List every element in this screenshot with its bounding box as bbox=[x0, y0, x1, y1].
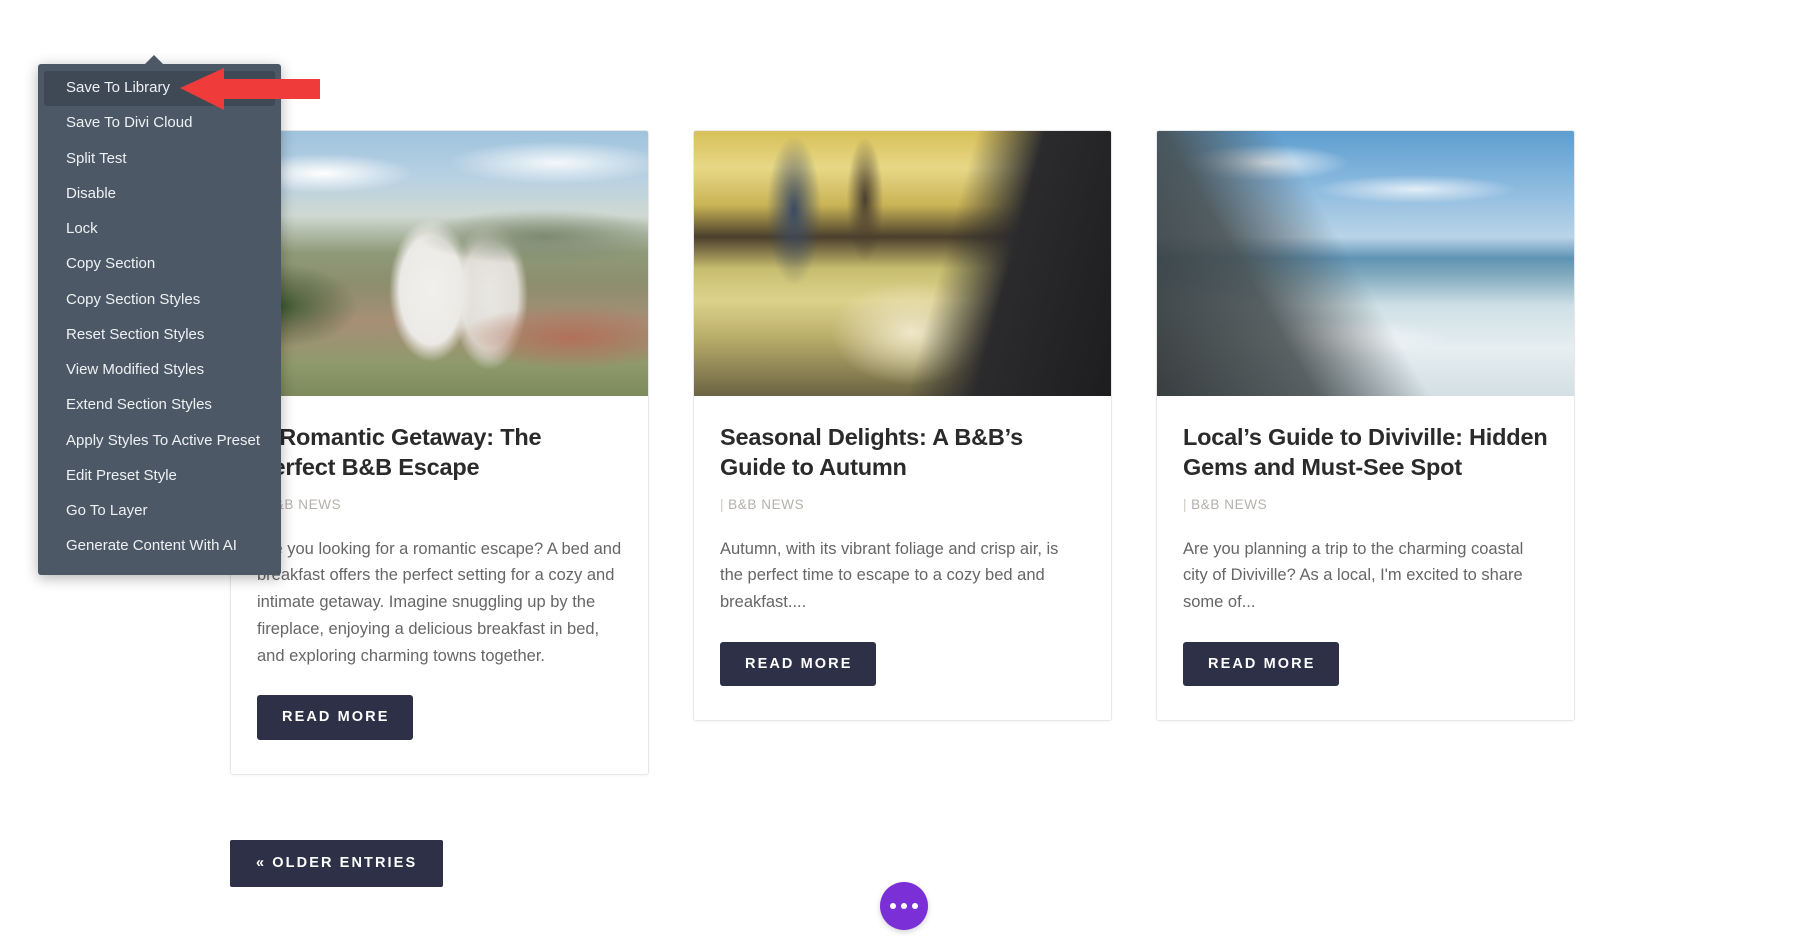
blog-card[interactable]: Seasonal Delights: A B&B’s Guide to Autu… bbox=[693, 130, 1112, 722]
blog-card-title[interactable]: A Romantic Getaway: The Perfect B&B Esca… bbox=[257, 422, 622, 483]
divi-section-context-menu[interactable]: Save To Library Save To Divi Cloud Split… bbox=[38, 55, 281, 575]
menu-item-lock[interactable]: Lock bbox=[44, 212, 275, 247]
blog-grid: A Romantic Getaway: The Perfect B&B Esca… bbox=[230, 130, 1575, 775]
three-dots-icon bbox=[912, 903, 918, 909]
blog-card-meta: |B&B NEWS bbox=[1183, 497, 1548, 512]
menu-item-go-to-layer[interactable]: Go To Layer bbox=[44, 494, 275, 529]
couple-embracing-mountain-overlook-photo bbox=[231, 131, 648, 396]
menu-pointer-arrow-icon bbox=[144, 55, 164, 65]
blog-card-title[interactable]: Seasonal Delights: A B&B’s Guide to Autu… bbox=[720, 422, 1085, 483]
older-entries-button[interactable]: « OLDER ENTRIES bbox=[230, 840, 444, 887]
blog-card-title[interactable]: Local’s Guide to Diviville: Hidden Gems … bbox=[1183, 422, 1548, 483]
blog-card[interactable]: A Romantic Getaway: The Perfect B&B Esca… bbox=[230, 130, 649, 775]
blog-card-excerpt: Are you planning a trip to the charming … bbox=[1183, 539, 1524, 612]
blog-card-body: Seasonal Delights: A B&B’s Guide to Autu… bbox=[694, 396, 1111, 720]
menu-item-copy-section[interactable]: Copy Section bbox=[44, 247, 275, 282]
menu-item-save-to-divi-cloud[interactable]: Save To Divi Cloud bbox=[44, 106, 275, 141]
blog-card-meta: |B&B NEWS bbox=[720, 497, 1085, 512]
meta-separator: | bbox=[720, 496, 725, 512]
menu-item-copy-section-styles[interactable]: Copy Section Styles bbox=[44, 283, 275, 318]
read-more-button[interactable]: READ MORE bbox=[720, 641, 876, 687]
blog-card-image[interactable] bbox=[231, 131, 648, 396]
blog-card-excerpt: Autumn, with its vibrant foliage and cri… bbox=[720, 539, 1059, 612]
menu-item-reset-section-styles[interactable]: Reset Section Styles bbox=[44, 318, 275, 353]
autumn-park-painter-photo bbox=[694, 131, 1111, 396]
three-dots-icon bbox=[901, 903, 907, 909]
blog-card-body: Local’s Guide to Diviville: Hidden Gems … bbox=[1157, 396, 1574, 720]
read-more-button[interactable]: READ MORE bbox=[1183, 641, 1339, 687]
blog-card-image[interactable] bbox=[694, 131, 1111, 396]
menu-item-apply-styles-to-active-preset[interactable]: Apply Styles To Active Preset bbox=[44, 424, 275, 459]
ocean-pier-blue-sky-photo bbox=[1157, 131, 1574, 396]
blog-card-category[interactable]: B&B NEWS bbox=[1191, 497, 1267, 512]
menu-item-generate-content-with-ai[interactable]: Generate Content With AI bbox=[44, 529, 275, 564]
three-dots-icon bbox=[890, 903, 896, 909]
menu-item-view-modified-styles[interactable]: View Modified Styles bbox=[44, 353, 275, 388]
menu-item-disable[interactable]: Disable bbox=[44, 177, 275, 212]
meta-separator: | bbox=[1183, 496, 1188, 512]
page-root: A Romantic Getaway: The Perfect B&B Esca… bbox=[0, 0, 1800, 942]
menu-item-extend-section-styles[interactable]: Extend Section Styles bbox=[44, 388, 275, 423]
menu-item-edit-preset-style[interactable]: Edit Preset Style bbox=[44, 459, 275, 494]
blog-card-meta: |B&B NEWS bbox=[257, 497, 622, 512]
pagination: « OLDER ENTRIES bbox=[230, 840, 444, 887]
menu-item-save-to-library[interactable]: Save To Library bbox=[44, 71, 275, 107]
divi-builder-fab[interactable] bbox=[880, 882, 928, 930]
read-more-button[interactable]: READ MORE bbox=[257, 695, 413, 740]
blog-card[interactable]: Local’s Guide to Diviville: Hidden Gems … bbox=[1156, 130, 1575, 722]
blog-card-category[interactable]: B&B NEWS bbox=[728, 497, 804, 512]
blog-card-image[interactable] bbox=[1157, 131, 1574, 396]
menu-item-split-test[interactable]: Split Test bbox=[44, 142, 275, 177]
blog-card-body: A Romantic Getaway: The Perfect B&B Esca… bbox=[231, 396, 648, 774]
blog-card-excerpt: Are you looking for a romantic escape? A… bbox=[257, 539, 622, 665]
